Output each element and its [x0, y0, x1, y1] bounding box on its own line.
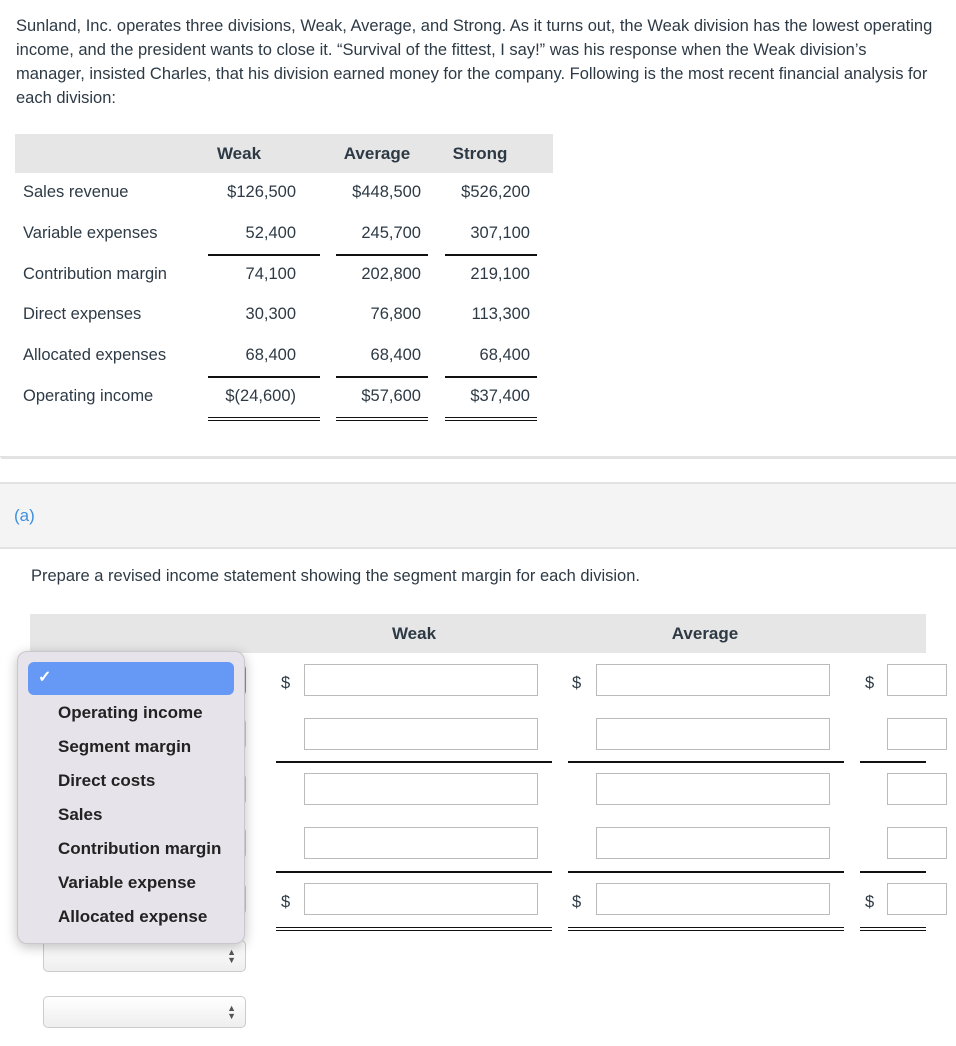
dropdown-option[interactable]: Segment margin	[58, 737, 191, 757]
row-label: Operating income	[23, 387, 154, 405]
cell-value: 307,100	[470, 223, 530, 242]
rule	[208, 254, 320, 256]
double-rule	[208, 417, 320, 421]
rule	[568, 761, 844, 763]
amount-input[interactable]	[596, 718, 830, 750]
amount-input[interactable]	[887, 773, 947, 805]
cell-value: $448,500	[352, 183, 421, 201]
col-weak: Weak	[391, 624, 437, 643]
cell-value: 68,400	[370, 346, 421, 365]
cell-value: 68,400	[245, 346, 296, 365]
amount-input[interactable]	[304, 718, 538, 750]
cell-value: $126,500	[227, 183, 296, 201]
cell-value: 52,400	[245, 223, 296, 242]
rule	[276, 871, 552, 873]
amount-input[interactable]	[887, 664, 947, 696]
cell-value: 219,100	[470, 264, 530, 283]
row-label: Sales revenue	[23, 183, 129, 201]
amount-input[interactable]	[304, 664, 538, 696]
double-rule	[860, 927, 926, 931]
dropdown-option-blank-selected[interactable]: ✓	[28, 662, 234, 695]
currency-symbol: $	[865, 893, 875, 911]
rule	[336, 254, 428, 256]
cell-value: $526,200	[461, 183, 530, 201]
cell-value: 74,100	[245, 264, 296, 283]
rule	[208, 376, 320, 378]
cell-value: 245,700	[361, 223, 421, 242]
row-label: Allocated expenses	[23, 346, 167, 365]
table2-header	[30, 614, 926, 653]
double-rule	[276, 927, 552, 931]
amount-input[interactable]	[596, 773, 830, 805]
double-rule	[336, 417, 428, 421]
currency-symbol: $	[281, 893, 291, 911]
rule	[860, 871, 926, 873]
amount-input[interactable]	[887, 718, 947, 750]
cell-value: 68,400	[479, 346, 530, 365]
amount-input[interactable]	[887, 827, 947, 859]
amount-input[interactable]	[596, 883, 830, 915]
row-label-select[interactable]: ▲ ▼	[43, 996, 246, 1028]
problem-text: Sunland, Inc. operates three divisions, …	[16, 17, 933, 107]
cell-value: 202,800	[361, 264, 421, 283]
dropdown-option[interactable]: Allocated expense	[58, 907, 207, 927]
instruction: Prepare a revised income statement showi…	[31, 567, 640, 585]
cell-value: $(24,600)	[225, 387, 296, 405]
amount-input[interactable]	[596, 827, 830, 859]
part-a-header	[0, 482, 956, 549]
col-average: Average	[671, 624, 739, 643]
amount-input[interactable]	[304, 773, 538, 805]
currency-symbol: $	[865, 674, 875, 692]
rule	[336, 376, 428, 378]
row-label: Variable expenses	[23, 223, 158, 242]
col-weak: Weak	[216, 144, 262, 163]
currency-symbol: $	[572, 893, 582, 911]
rule	[445, 254, 537, 256]
currency-symbol: $	[281, 674, 291, 692]
amount-input[interactable]	[596, 664, 830, 696]
double-rule	[445, 417, 537, 421]
row-label-select[interactable]: ▲ ▼	[43, 940, 246, 972]
dropdown-option[interactable]: Operating income	[58, 703, 203, 723]
currency-symbol: $	[572, 674, 582, 692]
cell-value: $37,400	[470, 387, 530, 405]
amount-input[interactable]	[304, 827, 538, 859]
rule	[445, 376, 537, 378]
double-rule	[568, 927, 844, 931]
cell-value: 113,300	[471, 305, 530, 324]
amount-input[interactable]	[887, 883, 947, 915]
dropdown-option[interactable]: Contribution margin	[58, 839, 221, 859]
cell-value: 76,800	[370, 305, 421, 324]
part-label: (a)	[14, 506, 35, 525]
col-average: Average	[343, 144, 411, 163]
rule	[568, 871, 844, 873]
amount-input[interactable]	[304, 883, 538, 915]
rule	[860, 761, 926, 763]
dropdown-option[interactable]: Direct costs	[58, 771, 155, 791]
row-label: Direct expenses	[23, 305, 142, 324]
cell-value: $57,600	[361, 387, 421, 405]
cell-value: 30,300	[245, 305, 296, 324]
rule	[276, 761, 552, 763]
checkmark-icon: ✓	[38, 669, 52, 686]
dropdown-option[interactable]: Variable expense	[58, 873, 196, 893]
dropdown-option[interactable]: Sales	[58, 805, 102, 825]
dropdown-menu[interactable]: ✓ Operating income Segment margin Direct c…	[17, 651, 245, 944]
col-strong: Strong	[452, 144, 508, 163]
row-label: Contribution margin	[23, 264, 167, 283]
panel-border	[0, 456, 956, 459]
